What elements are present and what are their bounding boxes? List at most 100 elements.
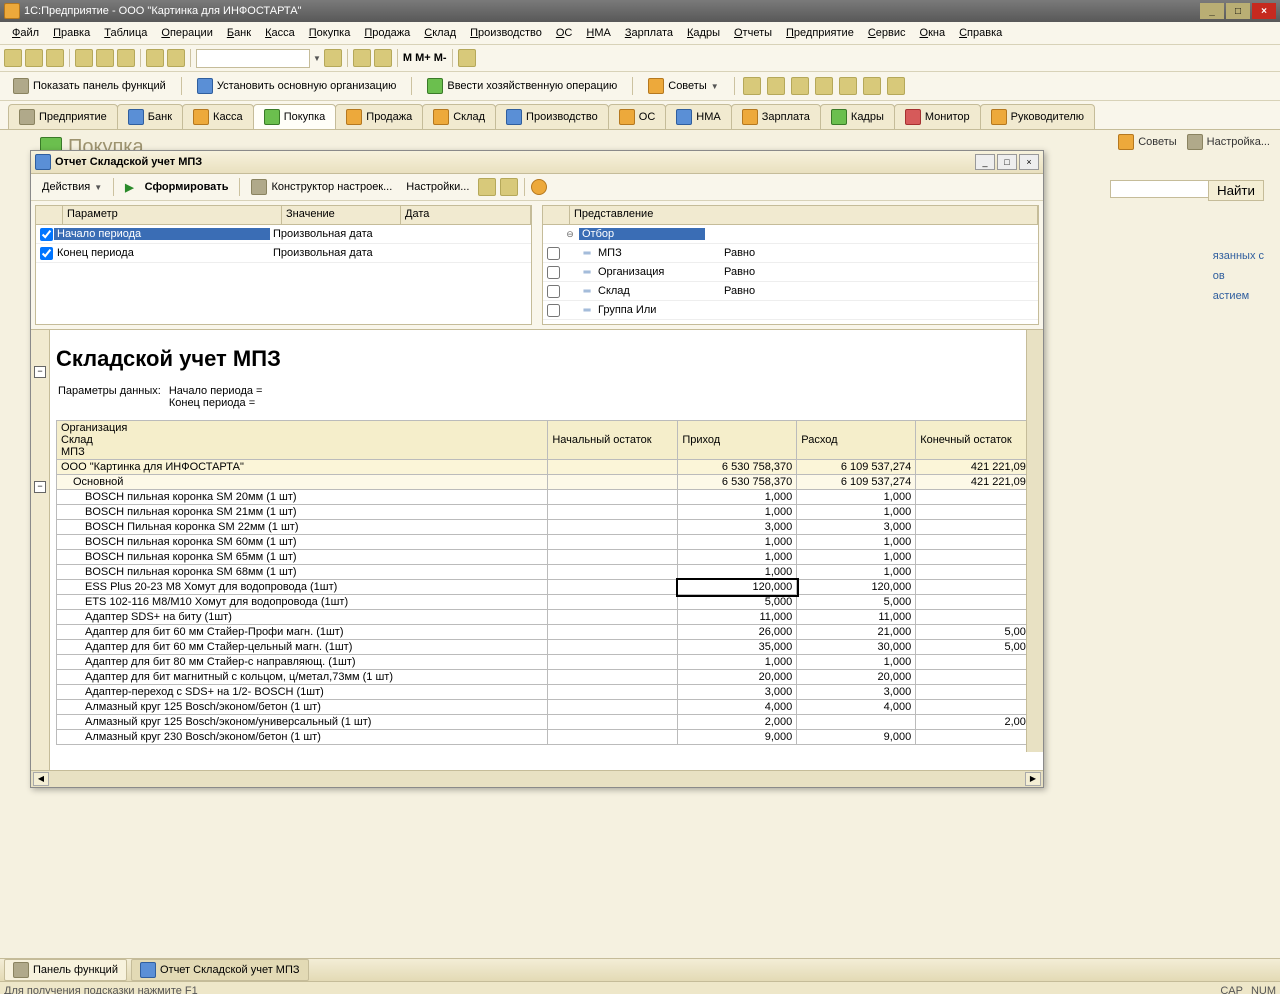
- table-row[interactable]: BOSCH пильная коронка SM 65мм (1 шт)1,00…: [57, 550, 1037, 565]
- mem-mminus[interactable]: М-: [434, 52, 447, 64]
- rw-icon-1[interactable]: [478, 178, 496, 196]
- menu-Склад[interactable]: Склад: [418, 25, 462, 41]
- undo-icon[interactable]: [146, 49, 164, 67]
- tb2-icon-7[interactable]: [887, 77, 905, 95]
- scroll-left-button[interactable]: ◀: [33, 772, 49, 786]
- new-icon[interactable]: [4, 49, 22, 67]
- close-button[interactable]: ×: [1252, 3, 1276, 19]
- find-button[interactable]: Найти: [1208, 180, 1264, 201]
- minimize-button[interactable]: _: [1200, 3, 1224, 19]
- tab-НМА[interactable]: НМА: [665, 104, 731, 129]
- table-row[interactable]: BOSCH Пильная коронка SM 22мм (1 шт)3,00…: [57, 520, 1037, 535]
- tips-button[interactable]: Советы▼: [641, 75, 725, 97]
- copy-icon[interactable]: [96, 49, 114, 67]
- tab-Зарплата[interactable]: Зарплата: [731, 104, 821, 129]
- menu-Правка[interactable]: Правка: [47, 25, 96, 41]
- menu-Сервис[interactable]: Сервис: [862, 25, 912, 41]
- maximize-button[interactable]: □: [1226, 3, 1250, 19]
- param-checkbox[interactable]: [40, 247, 53, 260]
- calc-icon[interactable]: [353, 49, 371, 67]
- filter-row[interactable]: ═МПЗРавно: [543, 244, 1038, 263]
- search-icon[interactable]: [324, 49, 342, 67]
- tb2-icon-5[interactable]: [839, 77, 857, 95]
- table-row[interactable]: ETS 102-116 M8/M10 Хомут для водопровода…: [57, 595, 1037, 610]
- menu-Производство[interactable]: Производство: [464, 25, 548, 41]
- tab-Касса[interactable]: Касса: [182, 104, 254, 129]
- table-row[interactable]: BOSCH пильная коронка SM 60мм (1 шт)1,00…: [57, 535, 1037, 550]
- report-close-button[interactable]: ×: [1019, 154, 1039, 170]
- table-row[interactable]: Адаптер для бит 80 мм Стайер-с направляю…: [57, 655, 1037, 670]
- filter-row[interactable]: ═ОрганизацияРавно: [543, 263, 1038, 282]
- actions-menu[interactable]: Действия▼: [37, 179, 107, 195]
- wrench-icon[interactable]: [458, 49, 476, 67]
- menu-Предприятие[interactable]: Предприятие: [780, 25, 860, 41]
- outline-collapse-1[interactable]: −: [34, 366, 46, 378]
- tb2-icon-2[interactable]: [767, 77, 785, 95]
- menu-Операции[interactable]: Операции: [155, 25, 218, 41]
- set-org-button[interactable]: Установить основную организацию: [190, 75, 404, 97]
- tb2-icon-6[interactable]: [863, 77, 881, 95]
- param-row[interactable]: Конец периодаПроизвольная дата: [36, 244, 531, 263]
- tab-Кадры[interactable]: Кадры: [820, 104, 895, 129]
- tips-link[interactable]: Советы: [1118, 134, 1176, 150]
- task-report[interactable]: Отчет Складской учет МПЗ: [131, 959, 309, 981]
- menu-ОС[interactable]: ОС: [550, 25, 579, 41]
- table-row[interactable]: BOSCH пильная коронка SM 68мм (1 шт)1,00…: [57, 565, 1037, 580]
- report-minimize-button[interactable]: _: [975, 154, 995, 170]
- constructor-button[interactable]: Конструктор настроек...: [246, 177, 397, 197]
- tab-Склад[interactable]: Склад: [422, 104, 496, 129]
- tab-Покупка[interactable]: Покупка: [253, 104, 337, 129]
- menu-Таблица[interactable]: Таблица: [98, 25, 153, 41]
- report-scroll[interactable]: Складской учет МПЗ Параметры данных: Нач…: [50, 330, 1043, 770]
- table-row[interactable]: Адаптер-переход с SDS+ на 1/2- BOSCH (1ш…: [57, 685, 1037, 700]
- mem-mplus[interactable]: М+: [415, 52, 431, 64]
- form-button[interactable]: ▶ Сформировать: [120, 179, 233, 196]
- tb2-icon-3[interactable]: [791, 77, 809, 95]
- filter-checkbox[interactable]: [547, 247, 560, 260]
- filter-row[interactable]: ═Группа Или: [543, 301, 1038, 320]
- task-panel-functions[interactable]: Панель функций: [4, 959, 127, 981]
- save-icon[interactable]: [46, 49, 64, 67]
- enter-op-button[interactable]: Ввести хозяйственную операцию: [420, 75, 624, 97]
- horizontal-scrollbar[interactable]: ◀ ▶: [31, 770, 1043, 787]
- table-row[interactable]: Алмазный круг 125 Bosch/эконом/бетон (1 …: [57, 700, 1037, 715]
- menu-Продажа[interactable]: Продажа: [358, 25, 416, 41]
- search-input[interactable]: [196, 49, 310, 68]
- help-icon[interactable]: [531, 179, 547, 195]
- table-row[interactable]: Алмазный круг 230 Bosch/эконом/бетон (1 …: [57, 730, 1037, 745]
- menu-НМА[interactable]: НМА: [580, 25, 616, 41]
- tab-Предприятие[interactable]: Предприятие: [8, 104, 118, 129]
- tab-Руководителю[interactable]: Руководителю: [980, 104, 1095, 129]
- table-row[interactable]: ООО "Картинка для ИНФОСТАРТА"6 530 758,3…: [57, 460, 1037, 475]
- calendar-icon[interactable]: [374, 49, 392, 67]
- table-row[interactable]: Адаптер SDS+ на биту (1шт)11,00011,000: [57, 610, 1037, 625]
- side-link[interactable]: язанных с: [1213, 250, 1264, 262]
- table-row[interactable]: BOSCH пильная коронка SM 20мм (1 шт)1,00…: [57, 490, 1037, 505]
- param-row[interactable]: Начало периодаПроизвольная дата: [36, 225, 531, 244]
- report-maximize-button[interactable]: □: [997, 154, 1017, 170]
- menu-Окна[interactable]: Окна: [914, 25, 952, 41]
- filter-row[interactable]: ═СкладРавно: [543, 282, 1038, 301]
- settings-link[interactable]: Настройка...: [1187, 134, 1270, 150]
- menu-Справка[interactable]: Справка: [953, 25, 1008, 41]
- show-panel-button[interactable]: Показать панель функций: [6, 75, 173, 97]
- redo-icon[interactable]: [167, 49, 185, 67]
- filter-checkbox[interactable]: [547, 304, 560, 317]
- side-link[interactable]: ов: [1213, 270, 1264, 282]
- tab-Производство[interactable]: Производство: [495, 104, 609, 129]
- menu-Файл[interactable]: Файл: [6, 25, 45, 41]
- table-row[interactable]: Адаптер для бит 60 мм Стайер-Профи магн.…: [57, 625, 1037, 640]
- menu-Покупка[interactable]: Покупка: [303, 25, 357, 41]
- cut-icon[interactable]: [75, 49, 93, 67]
- table-row[interactable]: Алмазный круг 125 Bosch/эконом/универсал…: [57, 715, 1037, 730]
- rw-icon-2[interactable]: [500, 178, 518, 196]
- menu-Отчеты[interactable]: Отчеты: [728, 25, 778, 41]
- open-icon[interactable]: [25, 49, 43, 67]
- scroll-right-button[interactable]: ▶: [1025, 772, 1041, 786]
- tab-Продажа[interactable]: Продажа: [335, 104, 423, 129]
- menu-Касса[interactable]: Касса: [259, 25, 301, 41]
- tab-Банк[interactable]: Банк: [117, 104, 183, 129]
- vertical-scrollbar[interactable]: [1026, 330, 1043, 752]
- tb2-icon-4[interactable]: [815, 77, 833, 95]
- table-row[interactable]: ESS Plus 20-23 M8 Хомут для водопровода …: [57, 580, 1037, 595]
